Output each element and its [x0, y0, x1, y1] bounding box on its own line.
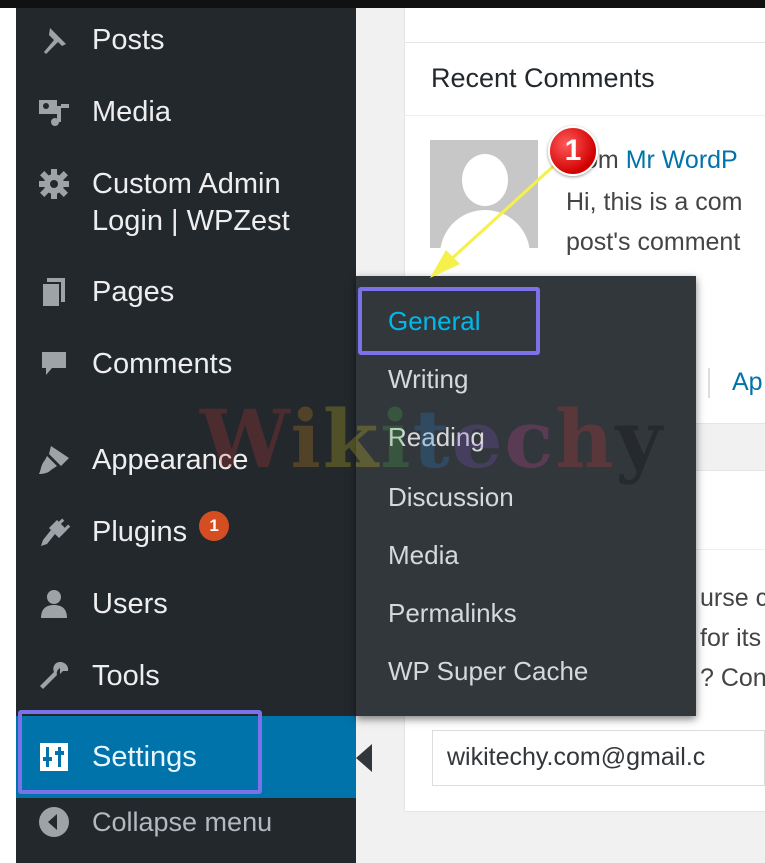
step-number-badge: 1	[548, 126, 598, 176]
annotation-arrow	[430, 160, 560, 278]
